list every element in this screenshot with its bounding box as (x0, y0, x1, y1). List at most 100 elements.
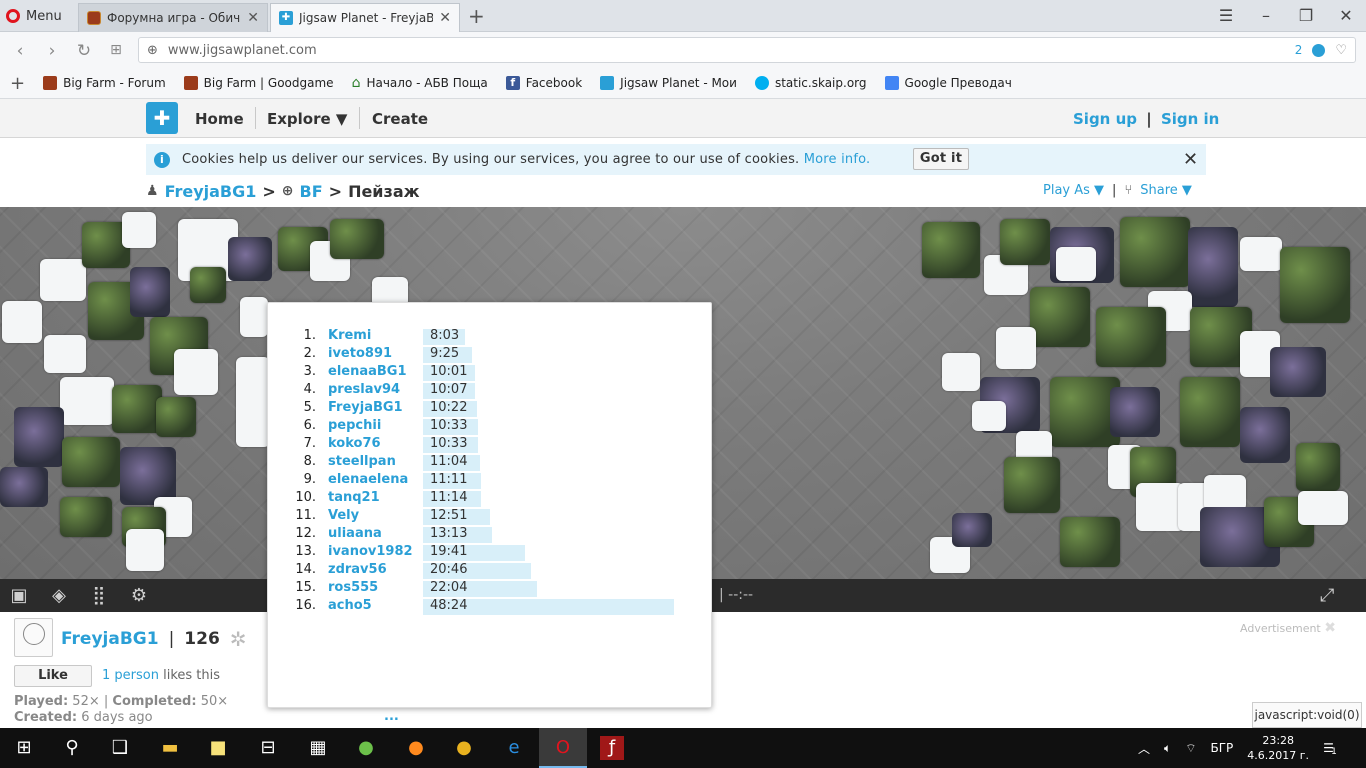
puzzle-piece[interactable] (1240, 237, 1282, 271)
puzzle-piece[interactable] (122, 212, 156, 248)
puzzle-piece[interactable] (62, 437, 120, 487)
bookmark-facebook[interactable]: f Facebook (505, 76, 582, 90)
clock[interactable]: 23:28 4.6.2017 г. (1247, 733, 1309, 763)
puzzle-piece[interactable] (174, 349, 218, 395)
flash-player-icon[interactable]: ƒ (600, 736, 624, 760)
close-cookie-icon[interactable]: ✕ (1183, 149, 1198, 170)
volume-muted-icon[interactable]: 🔈︎ (1164, 741, 1171, 756)
puzzle-piece[interactable] (1180, 377, 1240, 447)
jigsaw-planet-logo-icon[interactable]: ✚ (146, 102, 178, 134)
new-tab-button[interactable]: + (468, 4, 485, 28)
puzzle-piece[interactable] (1280, 247, 1350, 323)
nav-explore[interactable]: Explore ▼ (267, 110, 347, 128)
puzzle-piece[interactable] (1060, 517, 1120, 567)
close-window-icon[interactable]: ✕ (1334, 6, 1358, 25)
avatar[interactable] (14, 618, 53, 657)
leaderboard-player[interactable]: Kremi (328, 328, 371, 343)
task-view-icon[interactable]: ❑ (108, 736, 132, 760)
breadcrumb-folder[interactable]: BF (300, 182, 323, 201)
puzzle-piece[interactable] (228, 237, 272, 281)
reload-icon[interactable]: ↻ (74, 41, 94, 61)
puzzle-piece[interactable] (1240, 407, 1290, 463)
minimize-icon[interactable]: – (1254, 6, 1278, 25)
puzzle-piece[interactable] (996, 327, 1036, 369)
back-icon[interactable]: ‹ (10, 41, 30, 61)
leaderboard-player[interactable]: Vely (328, 508, 359, 523)
bookmark-abv[interactable]: ⌂ Начало - АБВ Поща (352, 75, 488, 91)
puzzle-piece[interactable] (330, 219, 384, 259)
puzzle-piece[interactable] (1204, 475, 1246, 511)
leaderboard-player[interactable]: steellpan (328, 454, 396, 469)
puzzle-piece[interactable] (952, 513, 992, 547)
puzzle-piece[interactable] (126, 529, 164, 571)
puzzle-piece[interactable] (156, 397, 196, 437)
leaderboard-player[interactable]: koko76 (328, 436, 381, 451)
leaderboard-player[interactable]: elenaelena (328, 472, 408, 487)
more-link[interactable]: ... (384, 709, 399, 724)
puzzle-piece[interactable] (130, 267, 170, 317)
edge-icon[interactable]: e (502, 736, 526, 760)
puzzle-piece[interactable] (922, 222, 980, 278)
puzzle-piece[interactable] (60, 377, 114, 425)
utorrent-icon[interactable]: ● (354, 736, 378, 760)
author-name[interactable]: FreyjaBG1 (61, 629, 159, 649)
sticky-notes-icon[interactable]: ■ (206, 736, 230, 760)
forward-icon[interactable]: › (42, 41, 62, 61)
puzzle-piece[interactable] (240, 297, 268, 337)
bookmark-jigsaw-planet[interactable]: Jigsaw Planet - Мои (600, 76, 737, 90)
settings-gear-icon[interactable]: ⚙ (128, 585, 150, 607)
close-ad-icon[interactable]: ✖ (1324, 620, 1336, 636)
language-indicator[interactable]: БГР (1211, 741, 1234, 755)
bookmark-big-farm-forum[interactable]: Big Farm - Forum (43, 76, 166, 90)
nav-home[interactable]: Home (195, 110, 244, 128)
chrome-icon[interactable]: ● (452, 736, 476, 760)
puzzle-piece[interactable] (190, 267, 226, 303)
leaderboard-player[interactable]: uliaana (328, 526, 382, 541)
puzzle-piece[interactable] (0, 467, 48, 507)
leaderboard-player[interactable]: zdrav56 (328, 562, 387, 577)
bookmark-skaip[interactable]: static.skaip.org (754, 76, 867, 90)
like-button[interactable]: Like (14, 665, 92, 687)
leaderboard-player[interactable]: ros555 (328, 580, 378, 595)
puzzle-piece[interactable] (1110, 387, 1160, 437)
wifi-icon[interactable]: ⌔ (1185, 741, 1196, 756)
tab-forum[interactable]: Форумна игра - Обичам ✕ (78, 3, 268, 32)
tracker-badge-count[interactable]: 2 (1295, 43, 1303, 57)
bookmark-big-farm-goodgame[interactable]: Big Farm | Goodgame (183, 76, 334, 90)
puzzle-piece[interactable] (1270, 347, 1326, 397)
ad-block-icon[interactable] (1312, 43, 1326, 57)
puzzle-piece[interactable] (1096, 307, 1166, 367)
close-tab-icon[interactable]: ✕ (247, 10, 259, 26)
close-tab-icon[interactable]: ✕ (439, 10, 451, 26)
ghost-image-icon[interactable]: ◈ (48, 585, 70, 607)
leaderboard-player[interactable]: elenaaBG1 (328, 364, 407, 379)
tab-menu-icon[interactable]: ☰ (1214, 6, 1238, 25)
leaderboard-player[interactable]: FreyjaBG1 (328, 400, 403, 415)
more-info-link[interactable]: More info. (804, 152, 871, 167)
image-preview-icon[interactable]: ▣ (8, 585, 30, 607)
restore-icon[interactable]: ❐ (1294, 6, 1318, 25)
breadcrumb-user[interactable]: FreyjaBG1 (165, 182, 257, 201)
bookmark-google-translate[interactable]: Google Преводач (884, 76, 1012, 90)
puzzle-piece[interactable] (236, 357, 270, 447)
leaderboard-player[interactable]: tanq21 (328, 490, 380, 505)
notifications-icon[interactable]: ☰ 1 (1323, 741, 1337, 757)
tab-jigsaw-planet[interactable]: ✚ Jigsaw Planet - FreyjaBG1 ✕ (270, 3, 460, 32)
puzzle-piece[interactable] (1188, 227, 1238, 307)
heart-bookmark-icon[interactable]: ♡ (1335, 43, 1347, 58)
puzzle-piece[interactable] (60, 497, 112, 537)
store-icon[interactable]: ⊟ (256, 736, 280, 760)
puzzle-piece[interactable] (40, 259, 86, 301)
share-menu[interactable]: Share ▼ (1140, 183, 1192, 198)
search-icon[interactable]: ⚲ (60, 736, 84, 760)
puzzle-piece[interactable] (112, 385, 162, 433)
arrange-pieces-icon[interactable]: ⣿ (88, 585, 110, 607)
browser-menu-button[interactable]: Menu (6, 6, 62, 26)
puzzle-piece[interactable] (1004, 457, 1060, 513)
puzzle-piece[interactable] (14, 407, 64, 467)
puzzle-piece[interactable] (1120, 217, 1190, 287)
start-icon[interactable]: ⊞ (12, 736, 36, 760)
puzzle-piece[interactable] (1298, 491, 1348, 525)
puzzle-piece[interactable] (1056, 247, 1096, 281)
leaderboard-player[interactable]: iveto891 (328, 346, 392, 361)
